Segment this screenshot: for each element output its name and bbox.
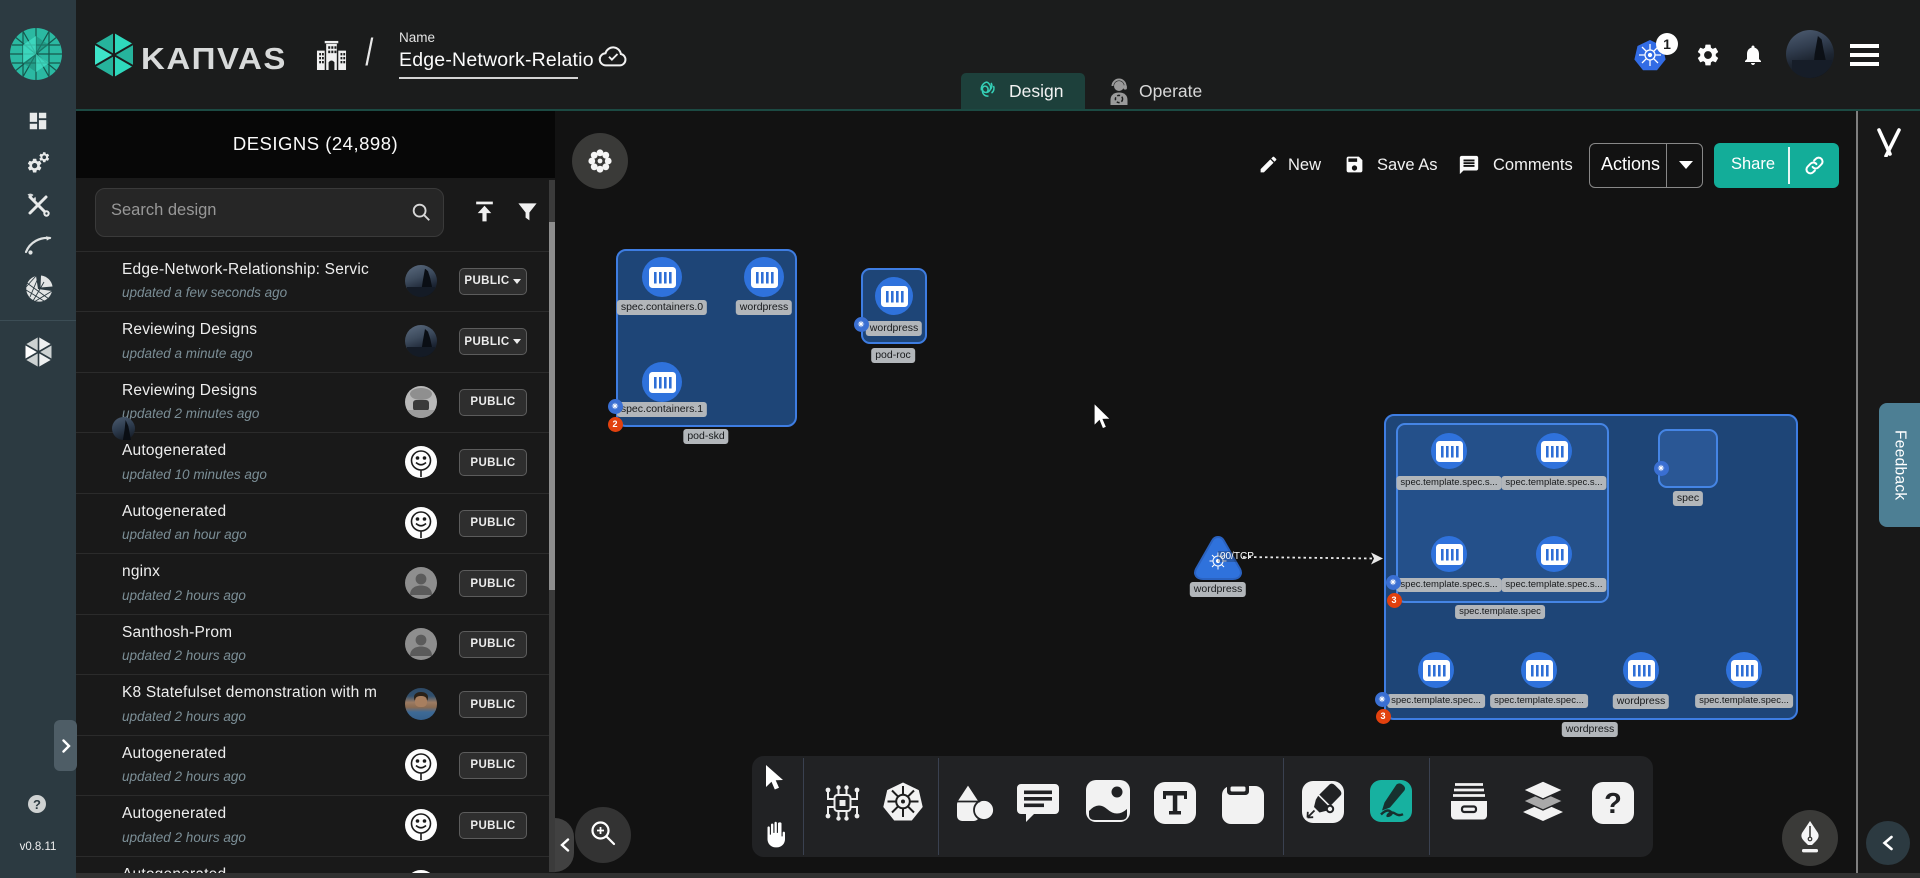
- svg-text:1: 1: [1663, 36, 1671, 52]
- svg-text:?: ?: [1604, 788, 1622, 820]
